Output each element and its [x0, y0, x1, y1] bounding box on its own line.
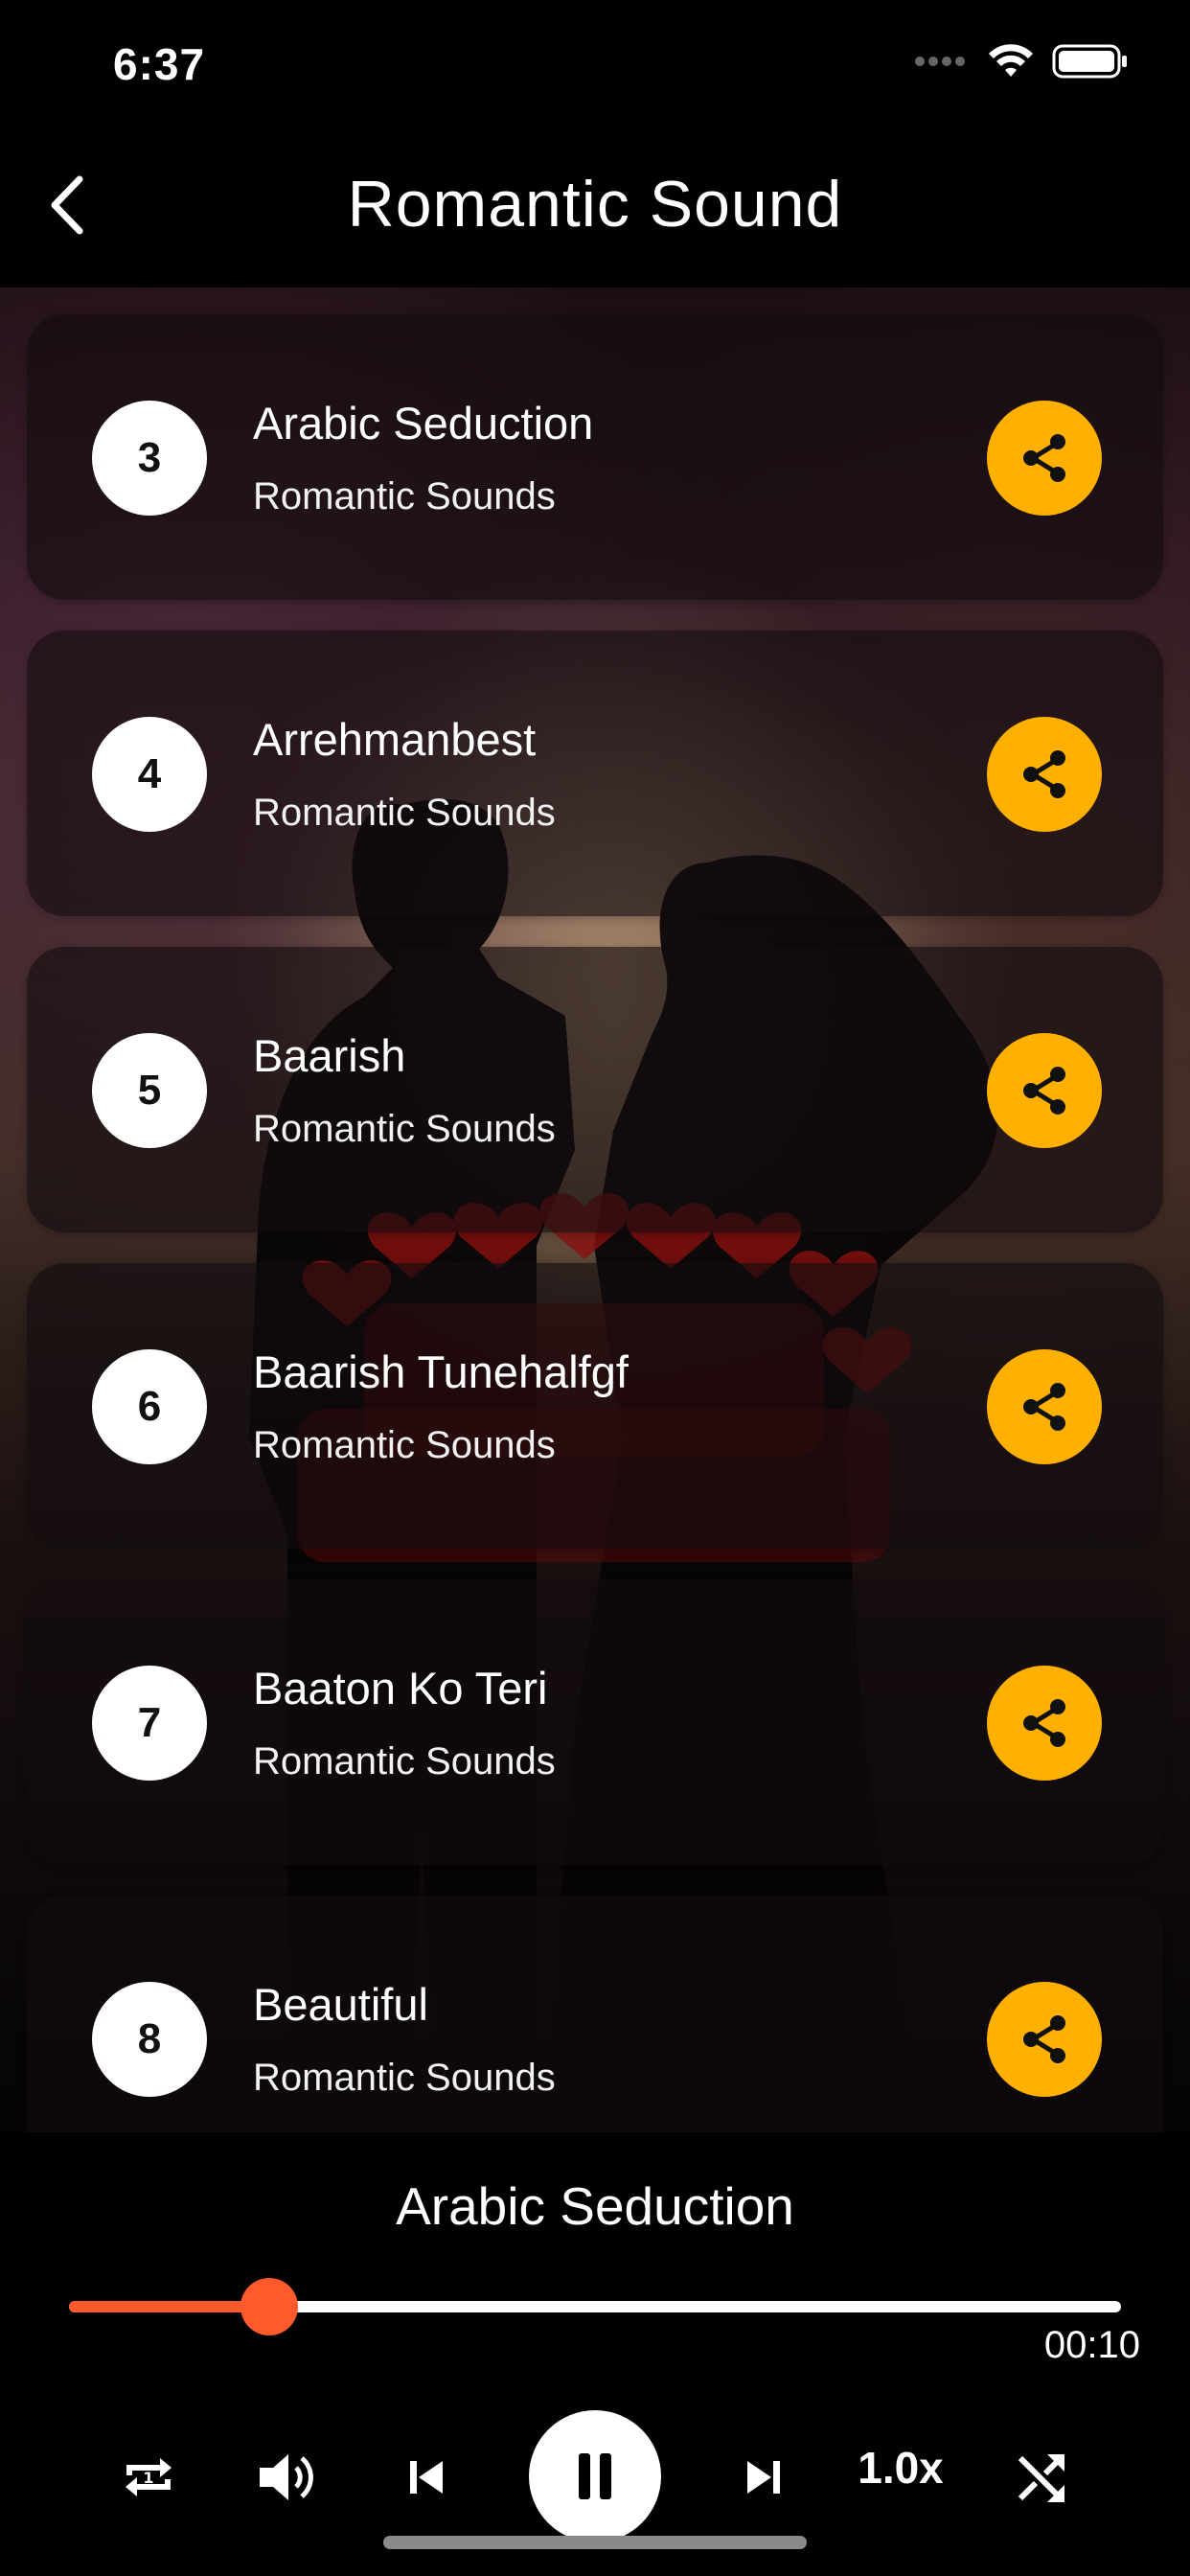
progress-thumb[interactable] [240, 2278, 298, 2335]
song-subtitle: Romantic Sounds [253, 792, 556, 834]
audio-player: Arabic Seduction 00:10 1 1.0x [0, 2132, 1190, 2576]
song-number: 4 [92, 717, 207, 832]
app-screen: 6:37 Romantic Sound 3 Arabic Seduction R… [0, 0, 1190, 2576]
song-card[interactable]: 3 Arabic Seduction Romantic Sounds [27, 314, 1163, 600]
song-number: 6 [92, 1349, 207, 1464]
home-indicator [383, 2536, 807, 2549]
volume-icon [260, 2454, 313, 2500]
status-time: 6:37 [113, 39, 206, 89]
playback-speed-button[interactable]: 1.0x [843, 2442, 958, 2494]
share-icon [1023, 750, 1065, 798]
skip-previous-icon [410, 2461, 443, 2494]
svg-text:1: 1 [143, 2469, 153, 2487]
previous-button[interactable] [374, 2425, 479, 2530]
share-button[interactable] [987, 401, 1102, 516]
volume-button[interactable] [235, 2425, 340, 2530]
status-icons [914, 42, 1129, 80]
song-number: 5 [92, 1033, 207, 1148]
shuffle-button[interactable] [989, 2425, 1094, 2530]
next-button[interactable] [711, 2425, 816, 2530]
progress-slider[interactable] [69, 2278, 1121, 2335]
status-bar: 6:37 [0, 0, 1190, 126]
song-number: 8 [92, 1982, 207, 2097]
song-title: Baarish [253, 1030, 406, 1081]
now-playing-title: Arabic Seduction [396, 2176, 794, 2236]
song-title: Baaton Ko Teri [253, 1663, 548, 1714]
repeat-one-icon: 1 [126, 2458, 172, 2496]
time-remaining: 00:10 [1043, 2324, 1140, 2366]
app-header: Romantic Sound [0, 126, 1190, 288]
battery-icon [1052, 44, 1127, 79]
share-icon [1023, 1067, 1065, 1115]
share-icon [1023, 2015, 1065, 2063]
song-title: Arrehmanbest [253, 714, 537, 765]
song-subtitle: Romantic Sounds [253, 2057, 556, 2099]
share-icon [1023, 1383, 1065, 1431]
song-title: Baarish Tunehalfgf [253, 1346, 629, 1397]
skip-next-icon [747, 2461, 780, 2494]
song-number: 3 [92, 401, 207, 516]
share-button[interactable] [987, 1982, 1102, 2097]
pause-button[interactable] [529, 2410, 661, 2542]
pause-icon [579, 2453, 611, 2499]
song-subtitle: Romantic Sounds [253, 1740, 556, 1782]
share-button[interactable] [987, 717, 1102, 832]
repeat-button[interactable]: 1 [96, 2425, 201, 2530]
progress-fill [69, 2301, 269, 2312]
song-subtitle: Romantic Sounds [253, 1424, 556, 1466]
shuffle-icon [1018, 2454, 1064, 2502]
share-button[interactable] [987, 1349, 1102, 1464]
song-number: 7 [92, 1666, 207, 1781]
share-button[interactable] [987, 1666, 1102, 1781]
share-icon [1023, 1699, 1065, 1747]
song-card[interactable]: 5 Baarish Romantic Sounds [27, 947, 1163, 1232]
song-card[interactable]: 8 Beautiful Romantic Sounds [27, 1896, 1163, 2132]
share-button[interactable] [987, 1033, 1102, 1148]
share-icon [1023, 434, 1065, 482]
player-controls: 1 1.0x [0, 2405, 1190, 2549]
song-subtitle: Romantic Sounds [253, 475, 556, 518]
wifi-icon [989, 44, 1033, 77]
song-title: Arabic Seduction [253, 398, 594, 448]
song-list[interactable]: 3 Arabic Seduction Romantic Sounds 4 Arr… [0, 288, 1190, 2132]
song-card[interactable]: 7 Baaton Ko Teri Romantic Sounds [27, 1579, 1163, 1865]
song-card[interactable]: 6 Baarish Tunehalfgf Romantic Sounds [27, 1263, 1163, 1549]
page-title: Romantic Sound [347, 168, 843, 241]
cellular-signal-icon [915, 57, 965, 66]
song-subtitle: Romantic Sounds [253, 1108, 556, 1150]
song-title: Beautiful [253, 1979, 428, 2030]
song-card[interactable]: 4 Arrehmanbest Romantic Sounds [27, 631, 1163, 916]
